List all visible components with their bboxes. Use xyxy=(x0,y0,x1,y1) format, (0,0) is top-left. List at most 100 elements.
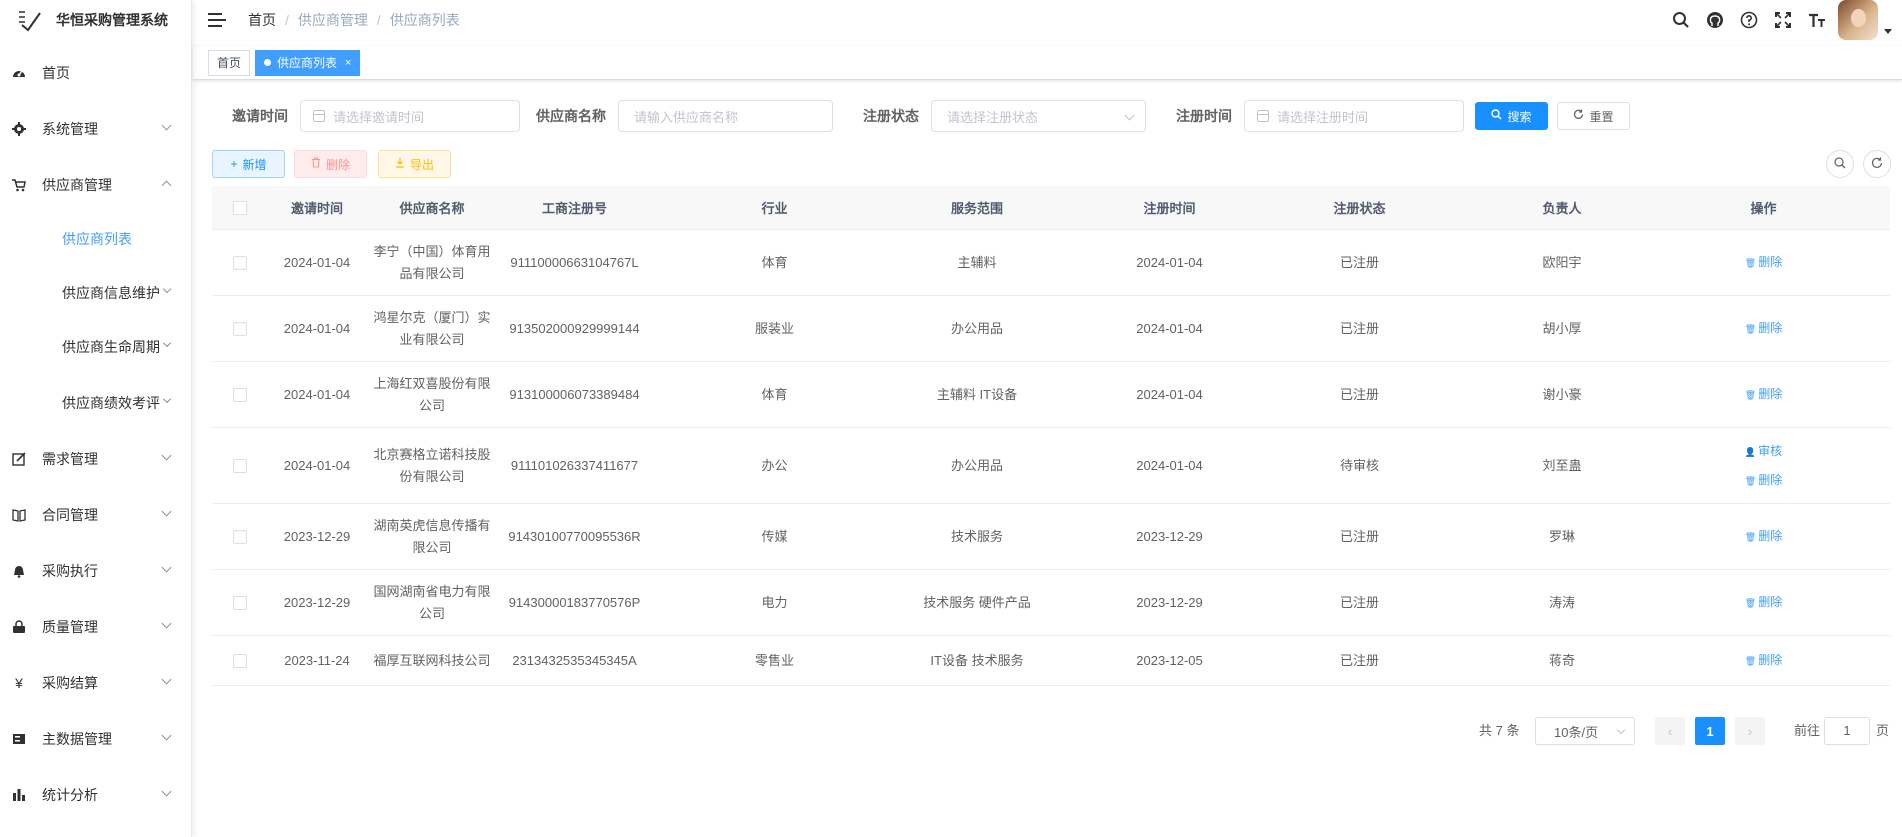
avatar[interactable] xyxy=(1838,0,1878,40)
delete-link[interactable]: 🗑 删除 xyxy=(1693,646,1834,675)
cell-reg-no: 913100006073389484 xyxy=(509,386,640,402)
refresh-button[interactable] xyxy=(1863,150,1891,178)
cell-scope: 主辅料 xyxy=(957,254,997,270)
select-cell xyxy=(212,458,267,473)
goto-page-input[interactable]: 1 xyxy=(1824,717,1870,745)
hamburger-icon[interactable] xyxy=(208,12,226,28)
col-reg-time: 注册时间 xyxy=(1143,201,1196,216)
sidebar-subitem-supplier-performance[interactable]: 供应商绩效考评 xyxy=(0,388,192,418)
table-row: 2024-01-04 上海红双喜股份有限公司 913100006073389484 体… xyxy=(212,362,1890,428)
help-icon[interactable] xyxy=(1732,0,1766,40)
approve-link[interactable]: 👤 审核 xyxy=(1693,437,1834,466)
caret-down-icon[interactable] xyxy=(1884,28,1892,34)
trash-icon: 🗑 xyxy=(1744,390,1757,400)
breadcrumb-supplier-management[interactable]: 供应商管理 xyxy=(298,10,368,30)
active-dot-icon xyxy=(264,59,272,66)
cell-scope: 办公用品 xyxy=(950,457,1003,473)
cell-reg-time: 2024-01-04 xyxy=(1136,386,1203,402)
cell-scope: 办公用品 xyxy=(950,320,1003,336)
add-button[interactable]: + 新增 xyxy=(212,150,285,178)
prev-page-button[interactable]: ‹ xyxy=(1655,717,1685,745)
sidebar-subitem-label: 供应商生命周期 xyxy=(62,339,160,355)
dashboard-icon xyxy=(11,65,27,81)
cell-industry: 办公 xyxy=(761,457,788,473)
row-checkbox[interactable] xyxy=(232,458,247,473)
logo[interactable]: 华恒采购管理系统 xyxy=(0,0,191,40)
sidebar-item-contract[interactable]: 合同管理 xyxy=(0,500,192,530)
reset-button[interactable]: 重置 xyxy=(1557,102,1630,130)
select-cell xyxy=(212,653,267,668)
sidebar-item-supplier[interactable]: 供应商管理 xyxy=(0,170,192,200)
select-all-checkbox[interactable] xyxy=(232,200,247,215)
fullscreen-icon[interactable] xyxy=(1766,0,1800,40)
next-page-button[interactable]: › xyxy=(1735,717,1765,745)
delete-button[interactable]: 删除 xyxy=(294,150,367,178)
cell-industry: 传媒 xyxy=(761,528,788,544)
sidebar-item-system[interactable]: 系统管理 xyxy=(0,114,192,144)
search-icon[interactable] xyxy=(1664,0,1698,40)
col-industry: 行业 xyxy=(761,201,788,216)
status-select[interactable]: 请选择注册状态 xyxy=(931,100,1146,132)
delete-link[interactable]: 🗑 删除 xyxy=(1693,314,1834,343)
row-checkbox[interactable] xyxy=(232,653,247,668)
supplier-name-input[interactable]: 请输入供应商名称 xyxy=(618,100,833,132)
table-body: 2024-01-04 李宁（中国）体育用品有限公司 9111000066310476… xyxy=(212,230,1890,686)
chevron-up-icon xyxy=(161,180,172,191)
export-button[interactable]: 导出 xyxy=(378,150,451,178)
row-checkbox[interactable] xyxy=(232,529,247,544)
page-suffix: 页 xyxy=(1876,723,1890,738)
delete-link[interactable]: 🗑 删除 xyxy=(1693,588,1834,617)
chevron-down-icon xyxy=(161,786,172,797)
reg-time-picker[interactable]: 请选择注册时间 xyxy=(1244,100,1464,132)
sidebar-item-quality[interactable]: 质量管理 xyxy=(0,612,192,642)
sidebar-subitem-supplier-info[interactable]: 供应商信息维护 xyxy=(0,278,192,308)
sidebar-item-statistics[interactable]: 统计分析 xyxy=(0,780,192,810)
goto-label: 前往 xyxy=(1794,723,1821,738)
github-icon[interactable] xyxy=(1698,0,1732,40)
trash-icon: 🗑 xyxy=(1744,475,1757,486)
table-row: 2024-01-04 北京赛格立诺科技股份有限公司 9111010263374116… xyxy=(212,428,1890,504)
sidebar-item-home[interactable]: 首页 xyxy=(0,58,192,88)
chevron-down-icon xyxy=(161,562,172,573)
select-all-cell xyxy=(212,200,267,215)
chevron-down-icon xyxy=(161,674,172,685)
delete-link[interactable]: 🗑 删除 xyxy=(1693,466,1834,495)
delete-link[interactable]: 🗑 删除 xyxy=(1693,248,1834,277)
delete-link[interactable]: 🗑 删除 xyxy=(1693,380,1834,409)
font-size-icon[interactable] xyxy=(1800,0,1834,40)
cell-status: 已注册 xyxy=(1339,652,1379,668)
row-checkbox[interactable] xyxy=(232,321,247,336)
supplier-name-label: 供应商名称 xyxy=(536,108,606,124)
cell-actions: 🗑 删除 xyxy=(1687,522,1840,551)
sidebar-item-execution[interactable]: 采购执行 xyxy=(0,556,192,586)
yen-icon: ¥ xyxy=(15,675,23,691)
cell-status: 已注册 xyxy=(1339,254,1379,270)
sidebar: 华恒采购管理系统 首页 系统管理 供应商管理 供应商列表 供应商信息维护 供应商… xyxy=(0,0,192,837)
delete-link[interactable]: 🗑 删除 xyxy=(1693,522,1834,551)
page-size-select[interactable]: 10条/页 xyxy=(1535,717,1635,745)
sidebar-subitem-supplier-lifecycle[interactable]: 供应商生命周期 xyxy=(0,332,192,362)
sidebar-item-label: 合同管理 xyxy=(42,507,98,523)
close-icon[interactable]: × xyxy=(345,51,351,75)
breadcrumb-home[interactable]: 首页 xyxy=(248,10,276,30)
page-number-current[interactable]: 1 xyxy=(1695,717,1725,745)
cell-supplier-name: 鸿星尔克（厦门）实业有限公司 xyxy=(373,309,491,347)
cell-scope: 主辅料 IT设备 xyxy=(936,386,1018,402)
cell-owner: 蒋奇 xyxy=(1548,652,1575,668)
cell-supplier-name: 国网湖南省电力有限公司 xyxy=(373,583,491,621)
cell-reg-time: 2023-12-29 xyxy=(1136,594,1203,610)
cell-status: 已注册 xyxy=(1339,594,1379,610)
sidebar-item-settlement[interactable]: ¥ 采购结算 xyxy=(0,668,192,698)
download-icon xyxy=(395,157,405,171)
toggle-search-button[interactable] xyxy=(1826,150,1854,178)
row-checkbox[interactable] xyxy=(232,595,247,610)
row-checkbox[interactable] xyxy=(232,255,247,270)
tag-home[interactable]: 首页 xyxy=(208,49,251,76)
row-checkbox[interactable] xyxy=(232,387,247,402)
sidebar-subitem-supplier-list[interactable]: 供应商列表 xyxy=(0,224,192,254)
search-button[interactable]: 搜索 xyxy=(1475,102,1548,130)
sidebar-item-demand[interactable]: 需求管理 xyxy=(0,444,192,474)
invite-time-picker[interactable]: 请选择邀请时间 xyxy=(300,100,520,132)
chevron-down-icon xyxy=(1124,110,1135,121)
tag-supplier-list[interactable]: 供应商列表 × xyxy=(255,49,361,76)
